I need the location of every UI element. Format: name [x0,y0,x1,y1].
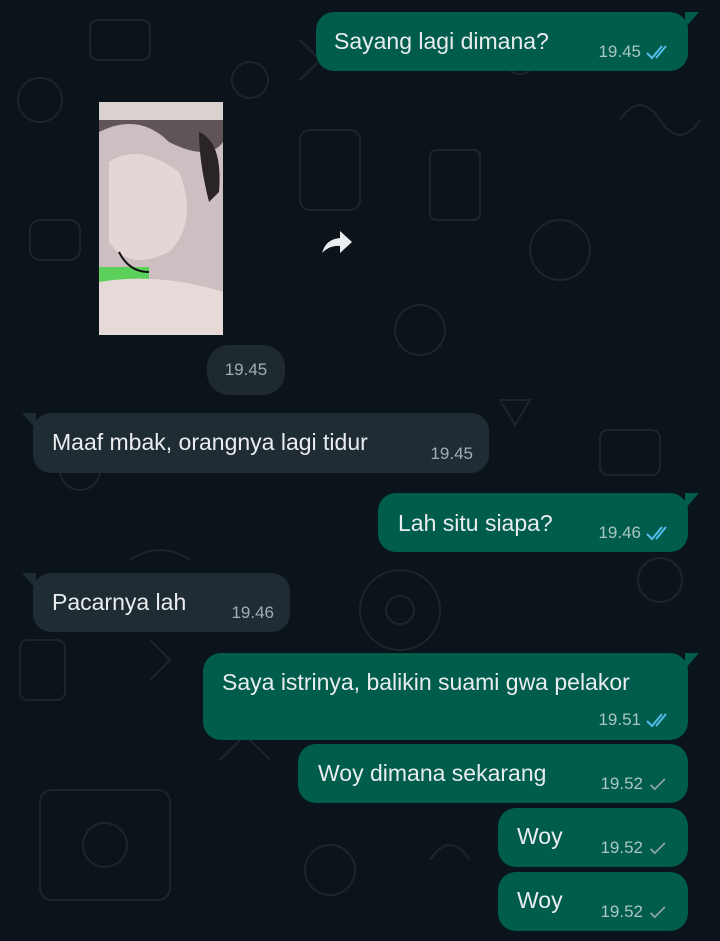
message-time: 19.51 [598,710,641,729]
message-time: 19.45 [598,42,641,61]
message-text: Pacarnya lah [52,589,187,615]
message-time: 19.46 [231,603,274,622]
photo-timestamp: 19.45 [207,345,285,395]
message-time: 19.46 [598,523,641,542]
message-bubble-outgoing[interactable]: Lah situ siapa? 19.46 [378,493,699,552]
message-text: Woy [517,823,563,849]
message-meta: 19.52 [600,774,670,794]
message-bubble-outgoing[interactable]: Sayang lagi dimana? 19.45 [316,12,699,71]
single-check-icon [649,778,666,791]
forward-icon[interactable] [318,225,358,261]
message-meta: 19.46 [598,523,672,543]
message-meta: 19.52 [600,838,670,858]
message-bubble-outgoing[interactable]: Woy 19.52 [498,808,688,867]
message-text: Woy dimana sekarang [318,760,547,786]
message-time: 19.45 [430,444,473,463]
message-meta: 19.52 [600,902,670,922]
photo-thumbnail[interactable] [99,102,223,335]
message-bubble-incoming[interactable]: Pacarnya lah 19.46 [22,573,290,632]
message-text: Saya istrinya, balikin suami gwa pelakor [222,669,630,695]
double-check-read-icon [646,45,667,60]
message-meta: 19.51 [598,710,672,730]
message-text: Maaf mbak, orangnya lagi tidur [52,429,368,455]
message-text: Lah situ siapa? [398,510,553,536]
message-bubble-outgoing[interactable]: Woy dimana sekarang 19.52 [298,744,688,803]
single-check-icon [649,842,666,855]
single-check-icon [649,906,666,919]
message-meta: 19.45 [598,42,672,62]
message-text: Sayang lagi dimana? [334,28,549,54]
double-check-read-icon [646,526,667,541]
photo-image [99,102,223,335]
message-bubble-outgoing[interactable]: Saya istrinya, balikin suami gwa pelakor… [203,653,699,740]
message-time: 19.52 [600,902,643,921]
message-bubble-outgoing[interactable]: Woy 19.52 [498,872,688,931]
double-check-read-icon [646,713,667,728]
message-meta: 19.45 [430,444,473,464]
message-time: 19.52 [600,774,643,793]
message-bubble-incoming[interactable]: Maaf mbak, orangnya lagi tidur 19.45 [22,413,489,473]
message-meta: 19.46 [231,603,274,623]
message-text: Woy [517,887,563,913]
message-time: 19.52 [600,838,643,857]
